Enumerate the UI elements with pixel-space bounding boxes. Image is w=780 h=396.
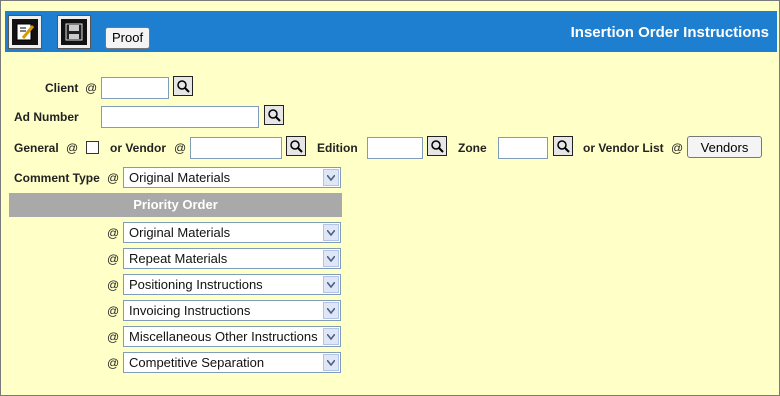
priority-1-at: @: [107, 226, 120, 240]
title-bar: Proof Insertion Order Instructions: [5, 11, 777, 52]
chevron-down-icon[interactable]: [323, 169, 339, 186]
priority-select-4[interactable]: Invoicing Instructions: [123, 300, 341, 321]
general-label: General: [14, 141, 59, 155]
priority-6-at: @: [107, 356, 120, 370]
chevron-down-icon[interactable]: [323, 250, 339, 267]
comment-type-select[interactable]: Original Materials: [123, 167, 341, 188]
edit-document-icon: [16, 23, 35, 41]
priority-select-1[interactable]: Original Materials: [123, 222, 341, 243]
priority-value-6: Competitive Separation: [129, 355, 265, 370]
priority-value-2: Repeat Materials: [129, 251, 228, 266]
priority-2-at: @: [107, 252, 120, 266]
vendor-input[interactable]: [190, 137, 282, 159]
priority-5-at: @: [107, 330, 120, 344]
priority-value-5: Miscellaneous Other Instructions: [129, 329, 318, 344]
chevron-down-icon[interactable]: [323, 354, 339, 371]
edition-label: Edition: [317, 141, 358, 155]
edition-lookup-button[interactable]: [427, 136, 447, 156]
chevron-down-icon[interactable]: [323, 302, 339, 319]
client-label: Client: [45, 81, 79, 95]
priority-4-at: @: [107, 304, 120, 318]
proof-button[interactable]: Proof: [105, 27, 151, 49]
zone-input[interactable]: [498, 137, 548, 159]
client-input[interactable]: [101, 77, 169, 99]
magnifier-lookup-icon: [268, 109, 281, 122]
priority-value-1: Original Materials: [129, 225, 231, 240]
general-checkbox[interactable]: [86, 141, 99, 154]
ad-number-lookup-button[interactable]: [264, 105, 284, 125]
ad-number-input[interactable]: [101, 106, 259, 128]
page-title: Insertion Order Instructions: [570, 24, 769, 41]
priority-order-header: Priority Order: [9, 193, 342, 217]
priority-select-3[interactable]: Positioning Instructions: [123, 274, 341, 295]
priority-select-2[interactable]: Repeat Materials: [123, 248, 341, 269]
magnifier-lookup-icon: [431, 140, 444, 153]
vendors-button[interactable]: Vendors: [687, 136, 762, 158]
vendor-lookup-button[interactable]: [286, 136, 306, 156]
zone-lookup-button[interactable]: [553, 136, 573, 156]
or-vendor-label: or Vendor: [110, 141, 167, 155]
save-button[interactable]: [57, 15, 91, 49]
magnifier-lookup-icon: [290, 140, 303, 153]
vendor-list-at: @: [671, 141, 684, 155]
zone-label: Zone: [458, 141, 487, 155]
edition-input[interactable]: [367, 137, 423, 159]
priority-value-3: Positioning Instructions: [129, 277, 263, 292]
window-frame: Proof Insertion Order Instructions Clien…: [0, 0, 780, 396]
client-lookup-button[interactable]: [173, 76, 193, 96]
priority-select-6[interactable]: Competitive Separation: [123, 352, 341, 373]
comment-type-label: Comment Type: [14, 171, 100, 185]
chevron-down-icon[interactable]: [323, 276, 339, 293]
edit-button[interactable]: [8, 15, 42, 49]
ad-number-label: Ad Number: [14, 110, 79, 124]
priority-value-4: Invoicing Instructions: [129, 303, 251, 318]
comment-type-at: @: [107, 171, 120, 185]
client-at: @: [85, 81, 98, 95]
chevron-down-icon[interactable]: [323, 328, 339, 345]
chevron-down-icon[interactable]: [323, 224, 339, 241]
comment-type-value: Original Materials: [129, 170, 231, 185]
magnifier-lookup-icon: [557, 140, 570, 153]
priority-3-at: @: [107, 278, 120, 292]
magnifier-lookup-icon: [177, 80, 190, 93]
or-vendor-list-label: or Vendor List: [583, 141, 664, 155]
floppy-save-icon: [65, 23, 83, 41]
general-at: @: [66, 141, 79, 155]
priority-select-5[interactable]: Miscellaneous Other Instructions: [123, 326, 341, 347]
vendor-at: @: [174, 141, 187, 155]
